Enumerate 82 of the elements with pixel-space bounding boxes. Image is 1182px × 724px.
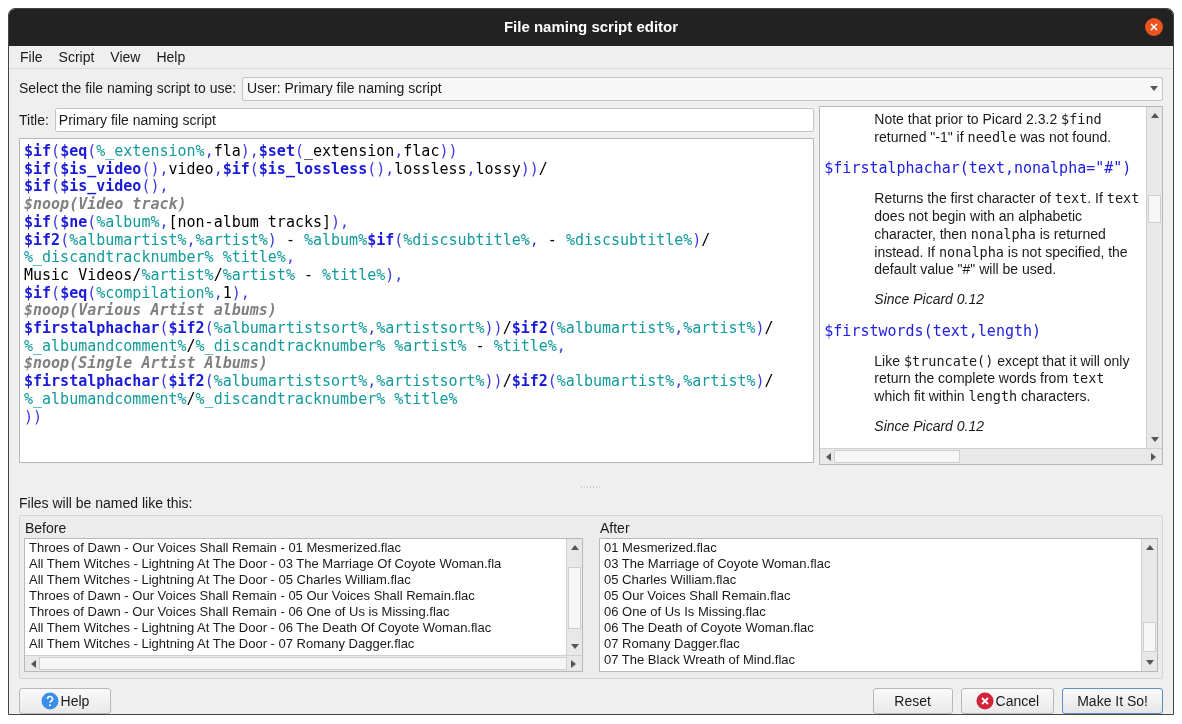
code-line: $if($eq(%compilation%,1), — [24, 284, 250, 302]
script-dropdown[interactable]: User: Primary file naming script — [242, 76, 1163, 101]
file-list[interactable] — [24, 538, 583, 672]
scroll-up-arrow-icon[interactable] — [1150, 112, 1159, 118]
code-line: $noop(Single Artist Albums) — [24, 355, 268, 373]
reset-button[interactable]: Reset — [872, 688, 953, 714]
cancel-button[interactable]: Cancel — [960, 688, 1055, 714]
file-name: 07 Romany Dagger.flac — [604, 636, 740, 652]
function-signature: $firstwords(text,length) — [824, 320, 1043, 341]
field-label: Select the file naming script to use: — [19, 79, 237, 98]
since-note: Since Picard 0.12 — [873, 417, 986, 436]
code-line: $if($is_video(), — [24, 178, 169, 196]
code-line: $noop(Video track) — [24, 196, 187, 214]
title-field[interactable]: Primary file naming script — [54, 108, 815, 132]
help-paragraph: Like $truncate() except that it will only return the complete words from text which fit within length characters. — [873, 352, 1131, 406]
close-icon[interactable] — [1145, 18, 1163, 36]
scrollbar-thumb[interactable] — [1143, 622, 1156, 652]
scrollbar-thumb[interactable] — [39, 657, 567, 670]
function-signature: $firstalphachar(text,nonalpha="#") — [824, 158, 1133, 179]
window-title: File naming script editor — [503, 17, 679, 38]
horizontal-scrollbar[interactable] — [820, 448, 1162, 464]
file-name: All Them Witches - Lightning At The Door - 03 The Marriage Of Coyote Woman.fla — [29, 556, 502, 572]
vertical-scrollbar[interactable] — [1146, 107, 1162, 448]
scroll-down-arrow-icon[interactable] — [570, 644, 579, 650]
file-name: All Them Witches - Lightning At The Door - 07 Romany Dagger.flac — [29, 636, 415, 652]
code-line: Music Videos/%artist%/%artist% - %title%), — [24, 266, 404, 285]
help-paragraph: Note that prior to Picard 2.3.2 $find returned "-1" if needle was not found. — [873, 111, 1113, 147]
script-editor[interactable] — [19, 138, 815, 463]
code-line: %_albumandcomment%/%_discandtracknumber% %artist% - %title%, — [24, 337, 566, 356]
splitter-handle-icon[interactable] — [581, 486, 601, 488]
scrollbar-thumb[interactable] — [1148, 195, 1161, 223]
horizontal-scrollbar[interactable] — [25, 655, 582, 671]
file-name: 05 Charles William.flac — [604, 572, 737, 588]
scroll-down-arrow-icon[interactable] — [1150, 437, 1159, 443]
scroll-up-arrow-icon[interactable] — [1145, 544, 1154, 550]
file-name: All Them Witches - Lightning At The Door - 05 Charles William.flac — [29, 572, 411, 588]
list-heading: After — [599, 519, 631, 537]
code-line: %_albumandcomment%/%_discandtracknumber% %title% — [24, 390, 458, 409]
scroll-left-arrow-icon[interactable] — [30, 659, 36, 668]
file-name: 07 The Black Wreath of Mind.flac — [604, 652, 795, 668]
menu-item[interactable]: View — [110, 46, 141, 68]
code-line: $if($ne(%album%,[non-album tracks]), — [24, 213, 350, 232]
field-label: Title: — [19, 110, 49, 130]
code-line: $firstalphachar($if2(%albumartistsort%,%artistsort%))/$if2(%albumartist%,%artist%)/ — [24, 320, 774, 338]
file-name: All Them Witches - Lightning At The Door - 06 The Death Of Coyote Woman.flac — [29, 620, 492, 636]
list-heading: Before — [24, 519, 68, 537]
scroll-right-arrow-icon[interactable] — [571, 659, 577, 668]
dropdown-caret-icon — [1150, 86, 1158, 91]
code-line: %_discandtracknumber% %title%, — [24, 249, 295, 267]
scrollbar-thumb[interactable] — [568, 567, 581, 629]
file-name: 06 One of Us Is Missing.flac — [604, 604, 766, 620]
menu-item[interactable]: Help — [156, 46, 186, 68]
file-list[interactable] — [599, 538, 1158, 672]
scroll-up-arrow-icon[interactable] — [570, 544, 579, 550]
scrollbar-thumb[interactable] — [834, 450, 961, 463]
scroll-left-arrow-icon[interactable] — [825, 452, 832, 461]
menu-item[interactable]: Script — [58, 46, 95, 68]
file-name: 05 Our Voices Shall Remain.flac — [604, 588, 791, 604]
help-paragraph: Returns the first character of text. If text does not begin with an alphabetic character, then nonalpha is returned instead. If nonalpha is not specified, the default value "#" will be used. — [873, 190, 1141, 279]
code-line: )) — [24, 408, 43, 427]
scroll-right-arrow-icon[interactable] — [1151, 452, 1157, 461]
menu-item[interactable]: File — [20, 46, 43, 68]
code-line: $noop(Various Artist albums) — [24, 302, 277, 320]
file-name: 06 The Death of Coyote Woman.flac — [604, 620, 814, 636]
section-label: Files will be named like this: — [19, 494, 194, 512]
since-note: Since Picard 0.12 — [873, 290, 986, 309]
file-name: 03 The Marriage of Coyote Woman.flac — [604, 556, 831, 572]
scroll-down-arrow-icon[interactable] — [1145, 660, 1154, 666]
cancel-icon — [975, 692, 994, 710]
file-name: Throes of Dawn - Our Voices Shall Remain - 06 One of Us is Missing.flac — [29, 604, 450, 620]
code-line: $if2(%albumartist%,%artist%) - %album%$if(%discsubtitle%, - %discsubtitle%)/ — [24, 231, 711, 250]
code-line: $if($eq(%_extension%,fla),$set(_extension,flac)) — [24, 143, 458, 161]
confirm-button[interactable]: Make It So! — [1062, 688, 1163, 714]
file-name: 01 Mesmerized.flac — [604, 540, 717, 556]
help-button[interactable]: Help — [19, 688, 111, 714]
help-icon — [40, 692, 59, 710]
file-name: Throes of Dawn - Our Voices Shall Remain - 01 Mesmerized.flac — [29, 540, 402, 556]
vertical-scrollbar[interactable] — [1141, 539, 1157, 671]
file-name: Throes of Dawn - Our Voices Shall Remain - 05 Our Voices Shall Remain.flac — [29, 588, 475, 604]
vertical-scrollbar[interactable] — [566, 539, 582, 655]
code-line: $firstalphachar($if2(%albumartistsort%,%artistsort%))/$if2(%albumartist%,%artist%)/ — [24, 373, 774, 391]
code-line: $if($is_video(),video,$if($is_lossless(),lossless,lossy))/ — [24, 160, 548, 179]
